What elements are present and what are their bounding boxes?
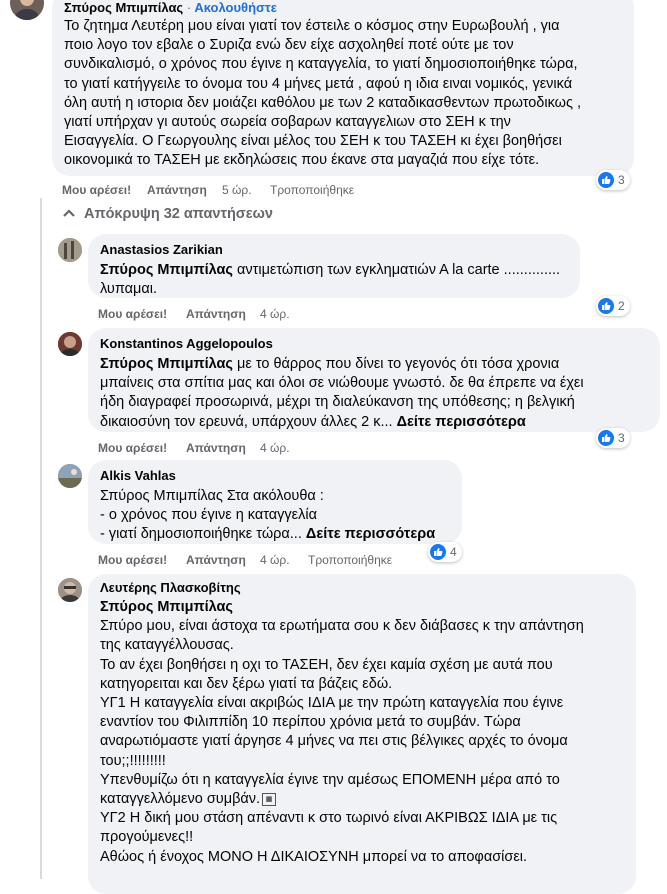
chevron-up-icon [62, 204, 78, 224]
comment-author[interactable]: Σπύρος Μπιμπίλας [64, 0, 183, 15]
hide-replies-button[interactable]: Απόκρυψη 32 απαντήσεων [62, 204, 273, 224]
reply-button[interactable]: Απάντηση [147, 182, 207, 198]
reply-author[interactable]: Λευτέρης Πλασκοβίτης [100, 580, 624, 596]
like-reaction-icon [430, 544, 446, 560]
reply-bubble: Alkis Vahlas Σπύρος Μπιμπίλας Στα ακόλου… [88, 460, 462, 544]
avatar-photo-icon [58, 332, 82, 356]
edited-label[interactable]: Τροποποιήθηκε [308, 552, 392, 568]
reply-button[interactable]: Απάντηση [186, 552, 246, 568]
follow-link[interactable]: Ακολουθήστε [194, 0, 277, 15]
edited-label[interactable]: Τροποποιήθηκε [270, 182, 354, 198]
like-reaction-icon [598, 172, 614, 188]
like-reaction-icon [598, 298, 614, 314]
reply-body: Σπύρο μου, είναι άστοχα τα ερωτήματα σου… [100, 618, 584, 808]
reaction-count[interactable]: 2 [596, 296, 630, 316]
comment-time[interactable]: 5 ώρ. [222, 182, 252, 198]
reply-text: Σπύρος Μπιμπίλας Στα ακόλουθα : - ο χρόν… [100, 487, 450, 545]
mention-link[interactable]: Σπύρος Μπιμπίλας [100, 262, 233, 278]
avatar[interactable] [10, 0, 44, 20]
reply-time[interactable]: 4 ώρ. [260, 440, 290, 456]
avatar[interactable] [58, 332, 82, 356]
avatar-photo-icon [58, 238, 82, 262]
reply-author[interactable]: Konstantinos Aggelopoulos [100, 336, 648, 352]
comment-text: Το ζητημα Λευτέρη μου είναι γιατί τον έσ… [64, 18, 582, 169]
reaction-count[interactable]: 4 [428, 542, 462, 562]
reply-body-end: ΥΓ2 Η δική μου στάση απέναντι κ στο τωρι… [100, 810, 558, 865]
reply-text: Σπύρο μου, είναι άστοχα τα ερωτήματα σου… [100, 617, 624, 867]
reply-button[interactable]: Απάντηση [186, 440, 246, 456]
reaction-number: 2 [618, 299, 625, 313]
separator-dot: · [186, 0, 192, 15]
like-button[interactable]: Μου αρέσει! [98, 552, 167, 568]
avatar[interactable] [58, 238, 82, 262]
like-reaction-icon [598, 430, 614, 446]
like-button[interactable]: Μου αρέσει! [62, 182, 131, 198]
reaction-count[interactable]: 3 [596, 170, 630, 190]
avatar[interactable] [58, 578, 82, 602]
like-button[interactable]: Μου αρέσει! [98, 306, 167, 322]
avatar-photo-icon [58, 464, 82, 488]
reply-time[interactable]: 4 ώρ. [260, 552, 290, 568]
reaction-number: 4 [450, 545, 457, 559]
reaction-number: 3 [618, 431, 625, 445]
see-more-link[interactable]: Δείτε περισσότερα [397, 414, 526, 430]
avatar-photo-icon [58, 578, 82, 602]
reply-button[interactable]: Απάντηση [186, 306, 246, 322]
sparkle-emoji-icon: ▦ [262, 792, 277, 806]
hide-replies-label: Απόκρυψη 32 απαντήσεων [84, 206, 273, 222]
like-button[interactable]: Μου αρέσει! [98, 440, 167, 456]
reply-text: Σπύρος Μπιμπίλας με το θάρρος που δίνει … [100, 355, 648, 432]
top-comment-bubble: Σπύρος Μπιμπίλας · Ακολουθήστε Το ζητημα… [52, 0, 634, 176]
avatar-photo-icon [15, 0, 39, 20]
reply-text: Σπύρος Μπιμπίλας αντιμετώπιση των εγκλημ… [100, 261, 568, 299]
reply-bubble: Konstantinos Aggelopoulos Σπύρος Μπιμπίλ… [88, 328, 660, 432]
reaction-count[interactable]: 3 [596, 428, 630, 448]
avatar[interactable] [58, 464, 82, 488]
reply-body: Σπύρος Μπιμπίλας Στα ακόλουθα : - ο χρόν… [100, 488, 324, 543]
reply-bubble: Λευτέρης Πλασκοβίτης Σπύρος Μπιμπίλας Σπ… [88, 574, 636, 894]
mention-line: Σπύρος Μπιμπίλας [100, 598, 624, 617]
reply-author[interactable]: Anastasios Zarikian [100, 242, 568, 258]
reply-bubble: Anastasios Zarikian Σπύρος Μπιμπίλας αντ… [88, 234, 580, 298]
see-more-link[interactable]: Δείτε περισσότερα [306, 526, 435, 542]
reply-time[interactable]: 4 ώρ. [260, 306, 290, 322]
mention-link[interactable]: Σπύρος Μπιμπίλας [100, 356, 233, 372]
reaction-number: 3 [618, 173, 625, 187]
thread-line [40, 198, 42, 879]
comment-author-line: Σπύρος Μπιμπίλας · Ακολουθήστε [64, 0, 622, 16]
mention-link[interactable]: Σπύρος Μπιμπίλας [100, 599, 233, 615]
reply-author[interactable]: Alkis Vahlas [100, 468, 450, 484]
